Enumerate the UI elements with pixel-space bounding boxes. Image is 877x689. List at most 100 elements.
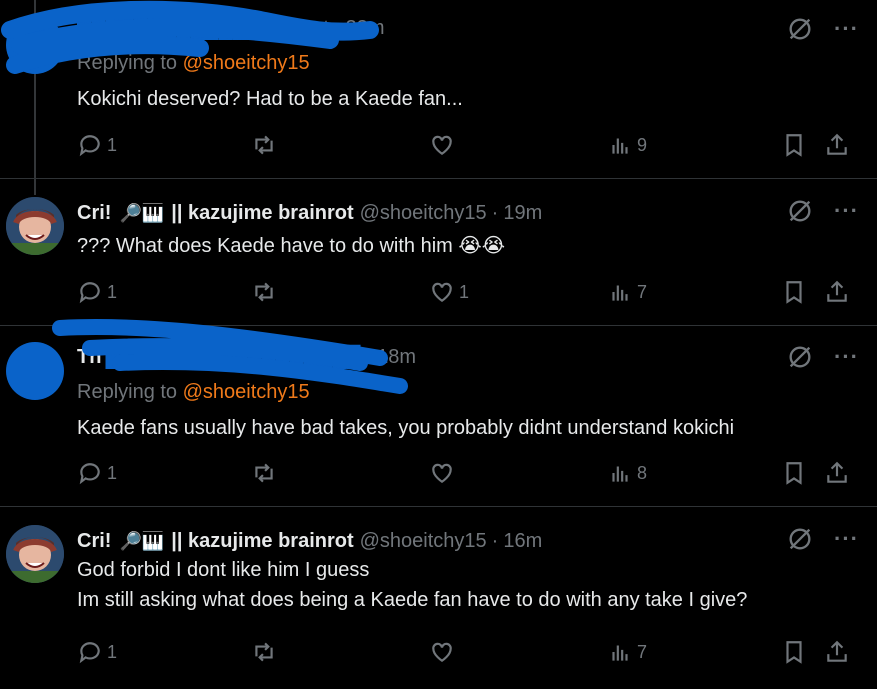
replying-prefix: Replying to	[77, 381, 178, 403]
more-icon[interactable]: ···	[834, 16, 859, 42]
more-icon[interactable]: ···	[834, 198, 859, 224]
mention-link[interactable]: @shoeitchy15	[183, 52, 310, 74]
action-bar: 1 7	[77, 639, 852, 667]
replying-to: Replying to @shoeitchy15	[77, 379, 857, 405]
reply-button[interactable]: 1	[77, 279, 117, 305]
like-count: 1	[459, 281, 470, 302]
view-count: 7	[637, 281, 648, 302]
bookmark-button[interactable]	[781, 639, 807, 665]
replying-to: Replying to @shoeitchy15	[77, 50, 857, 76]
views-button[interactable]: 7	[607, 639, 647, 665]
heart-icon	[432, 642, 452, 662]
like-button[interactable]	[429, 460, 459, 486]
share-icon	[827, 280, 847, 302]
heart-icon	[432, 463, 452, 483]
like-button[interactable]: 1	[429, 279, 469, 305]
display-name[interactable]: Cri!	[77, 202, 111, 225]
reply-icon	[79, 642, 100, 664]
share-icon	[827, 640, 847, 662]
tweet-header: Cri! 🔎🎹 || kazujime brainrot @shoeitchy1…	[77, 529, 857, 553]
tweet-header: Th ██████████████████ · 18m	[77, 345, 857, 369]
timestamp[interactable]: 16m	[503, 530, 542, 553]
display-name-suffix[interactable]: || kazujime brainrot	[171, 202, 353, 225]
avatar-image	[6, 525, 64, 583]
replying-prefix: Replying to	[77, 52, 178, 74]
separator-dot: ·	[491, 201, 499, 224]
grok-icon[interactable]	[786, 197, 814, 225]
tweet-text: Kokichi deserved? Had to be a Kaede fan.…	[77, 88, 463, 110]
action-bar: 1 9	[77, 132, 852, 160]
like-button[interactable]	[429, 132, 459, 158]
reply-count: 1	[107, 462, 118, 483]
tweet-text-row: ??? What does Kaede have to do with him …	[77, 231, 857, 261]
reply-button[interactable]: 1	[77, 132, 117, 158]
avatar[interactable]	[6, 197, 64, 255]
divider	[0, 178, 877, 179]
bookmark-icon	[786, 281, 802, 304]
more-icon[interactable]: ···	[834, 526, 859, 552]
heart-icon	[432, 135, 452, 155]
more-icon[interactable]: ···	[834, 344, 859, 370]
retweet-button[interactable]	[251, 639, 281, 665]
grok-icon[interactable]	[786, 343, 814, 371]
heart-icon	[432, 282, 452, 302]
display-name-suffix[interactable]: || kazujime brainrot	[171, 530, 353, 553]
retweet-icon	[255, 642, 273, 662]
reply-button[interactable]: 1	[77, 460, 117, 486]
bookmark-button[interactable]	[781, 132, 807, 158]
grok-icon[interactable]	[786, 15, 814, 43]
share-icon	[827, 133, 847, 155]
handle[interactable]: @shoeitchy15	[360, 530, 487, 553]
views-icon	[612, 138, 628, 154]
separator-dot: ·	[491, 529, 499, 552]
reply-count: 1	[107, 281, 118, 302]
timestamp[interactable]: 33m	[346, 17, 385, 40]
views-button[interactable]: 9	[607, 132, 647, 158]
share-button[interactable]	[824, 279, 850, 305]
redacted-name: ██████████████████	[105, 345, 361, 368]
tweet-header: ██████████████ _rapt · 33m	[77, 16, 857, 40]
bookmark-button[interactable]	[781, 460, 807, 486]
handle[interactable]: _rapt	[283, 17, 329, 40]
divider	[0, 325, 877, 326]
display-name[interactable]: Th	[77, 346, 101, 369]
mention-link[interactable]: @shoeitchy15	[183, 381, 310, 403]
name-emoji: 🔎🎹	[119, 530, 165, 551]
share-button[interactable]	[824, 132, 850, 158]
reply-icon	[79, 463, 100, 485]
reply-icon	[79, 135, 100, 157]
reply-icon	[79, 282, 100, 304]
tweet-text-line-2: Im still asking what does being a Kaede …	[77, 589, 748, 611]
redacted-name: ██████████████	[77, 16, 276, 39]
tweet-text: Kaede fans usually have bad takes, you p…	[77, 417, 735, 439]
avatar-image	[6, 197, 64, 255]
bookmark-button[interactable]	[781, 279, 807, 305]
bookmark-icon	[786, 462, 802, 485]
display-name[interactable]: Cri!	[77, 530, 111, 553]
avatar[interactable]	[6, 525, 64, 583]
reply-count: 1	[107, 641, 118, 662]
handle[interactable]: @shoeitchy15	[360, 202, 487, 225]
share-button[interactable]	[824, 639, 850, 665]
views-icon	[612, 285, 628, 301]
retweet-button[interactable]	[251, 460, 281, 486]
avatar[interactable]	[6, 342, 64, 400]
bookmark-icon	[786, 641, 802, 664]
reply-button[interactable]: 1	[77, 639, 117, 665]
retweet-button[interactable]	[251, 132, 281, 158]
views-button[interactable]: 8	[607, 460, 647, 486]
retweet-button[interactable]	[251, 279, 281, 305]
action-bar: 1 1 7	[77, 279, 852, 307]
crying-emoji: 😭😭	[458, 235, 506, 257]
grok-icon[interactable]	[786, 525, 814, 553]
views-button[interactable]: 7	[607, 279, 647, 305]
avatar[interactable]	[6, 16, 64, 74]
like-button[interactable]	[429, 639, 459, 665]
timestamp[interactable]: 19m	[503, 202, 542, 225]
share-button[interactable]	[824, 460, 850, 486]
name-emoji: 🔎🎹	[119, 202, 165, 223]
reply-count: 1	[107, 134, 118, 155]
separator-dot: ·	[333, 16, 341, 39]
retweet-icon	[255, 282, 273, 302]
timestamp[interactable]: 18m	[377, 346, 416, 369]
